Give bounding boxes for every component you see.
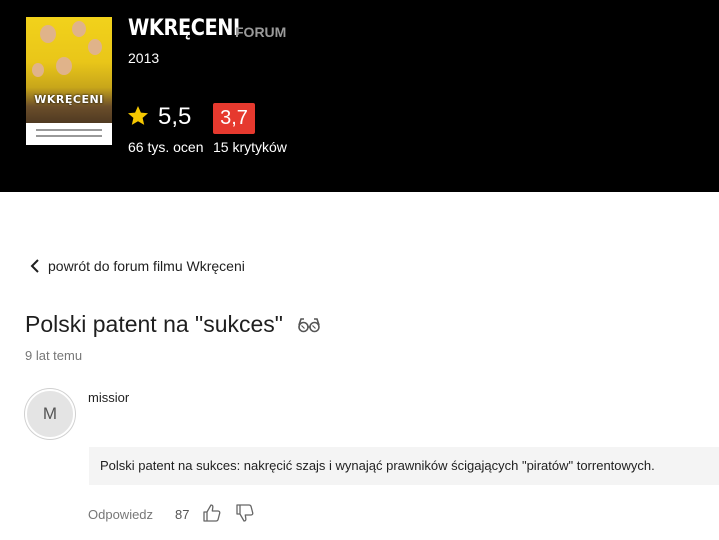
movie-header: WKRĘCENI Wkręceni FORUM 2013 5,5 3,7 66 …: [0, 0, 719, 192]
poster-face: [32, 63, 44, 77]
reply-button[interactable]: Odpowiedz: [88, 507, 153, 522]
movie-poster[interactable]: WKRĘCENI: [26, 17, 112, 145]
topic-timestamp: 9 lat temu: [25, 348, 83, 363]
back-link-label: powrót do forum filmu Wkręceni: [48, 258, 245, 274]
avatar[interactable]: M: [25, 389, 75, 439]
forum-label: FORUM: [235, 24, 287, 40]
poster-title: WKRĘCENI: [34, 93, 104, 106]
post-author[interactable]: missior: [88, 390, 129, 405]
chevron-left-icon: [30, 259, 39, 273]
back-to-forum-link[interactable]: powrót do forum filmu Wkręceni: [30, 258, 245, 274]
movie-title[interactable]: Wkręceni: [128, 16, 240, 41]
movie-year: 2013: [128, 50, 160, 66]
star-icon: [128, 106, 148, 125]
thumbs-up-icon[interactable]: [202, 503, 222, 523]
glasses-icon: [298, 318, 320, 333]
rating-count[interactable]: 66 tys. ocen: [128, 139, 204, 155]
poster-face: [72, 21, 86, 37]
critic-count[interactable]: 15 krytyków: [213, 139, 287, 155]
poster-credits: [26, 123, 112, 145]
topic-title: Polski patent na "sukces": [25, 311, 283, 337]
post-body: Polski patent na sukces: nakręcić szajs …: [89, 447, 719, 485]
critic-rating-badge: 3,7: [213, 103, 255, 134]
poster-face: [88, 39, 102, 55]
poster-face: [40, 25, 56, 43]
vote-count: 87: [175, 507, 190, 522]
user-rating: 5,5: [158, 103, 192, 130]
poster-face: [56, 57, 72, 75]
thumbs-down-icon[interactable]: [235, 503, 255, 523]
